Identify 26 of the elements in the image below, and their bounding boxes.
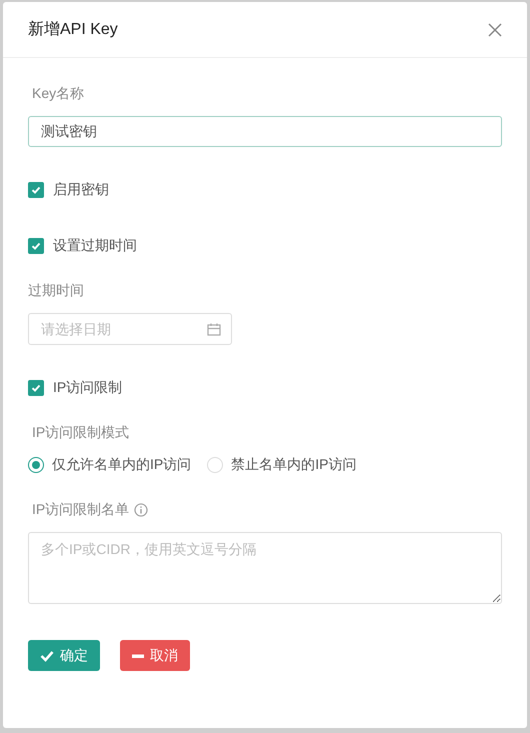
check-icon (40, 650, 54, 662)
dialog-title: 新增API Key (28, 20, 118, 40)
checkbox[interactable] (28, 182, 44, 198)
check-icon (30, 240, 42, 252)
field-label: IP访问限制模式 (32, 424, 130, 442)
field-label: IP访问限制名单 (32, 501, 130, 519)
ip-list-textarea[interactable]: 多个IP或CIDR，使用英文逗号分隔 (28, 532, 502, 604)
calendar-icon (207, 323, 221, 336)
close-icon[interactable] (488, 22, 502, 36)
cancel-button[interactable]: 取消 (120, 640, 190, 671)
check-icon (30, 184, 42, 196)
checkbox-label: 启用密钥 (53, 181, 109, 199)
checkbox-label: 设置过期时间 (53, 237, 137, 255)
confirm-button[interactable]: 确定 (28, 640, 100, 671)
date-field[interactable]: 请选择日期 (28, 313, 232, 345)
radio-label: 仅允许名单内的IP访问 (52, 456, 192, 474)
check-icon (30, 382, 42, 394)
radio-label: 禁止名单内的IP访问 (231, 456, 356, 474)
name-input[interactable]: 测试密钥 (28, 116, 502, 147)
radio-button[interactable] (28, 457, 44, 473)
field-label: 过期时间 (28, 282, 85, 300)
field-label: Key名称 (32, 85, 86, 103)
checkbox-label: IP访问限制 (53, 379, 122, 397)
info-icon[interactable] (134, 503, 148, 517)
checkbox[interactable] (28, 238, 44, 254)
checkbox[interactable] (28, 380, 44, 396)
